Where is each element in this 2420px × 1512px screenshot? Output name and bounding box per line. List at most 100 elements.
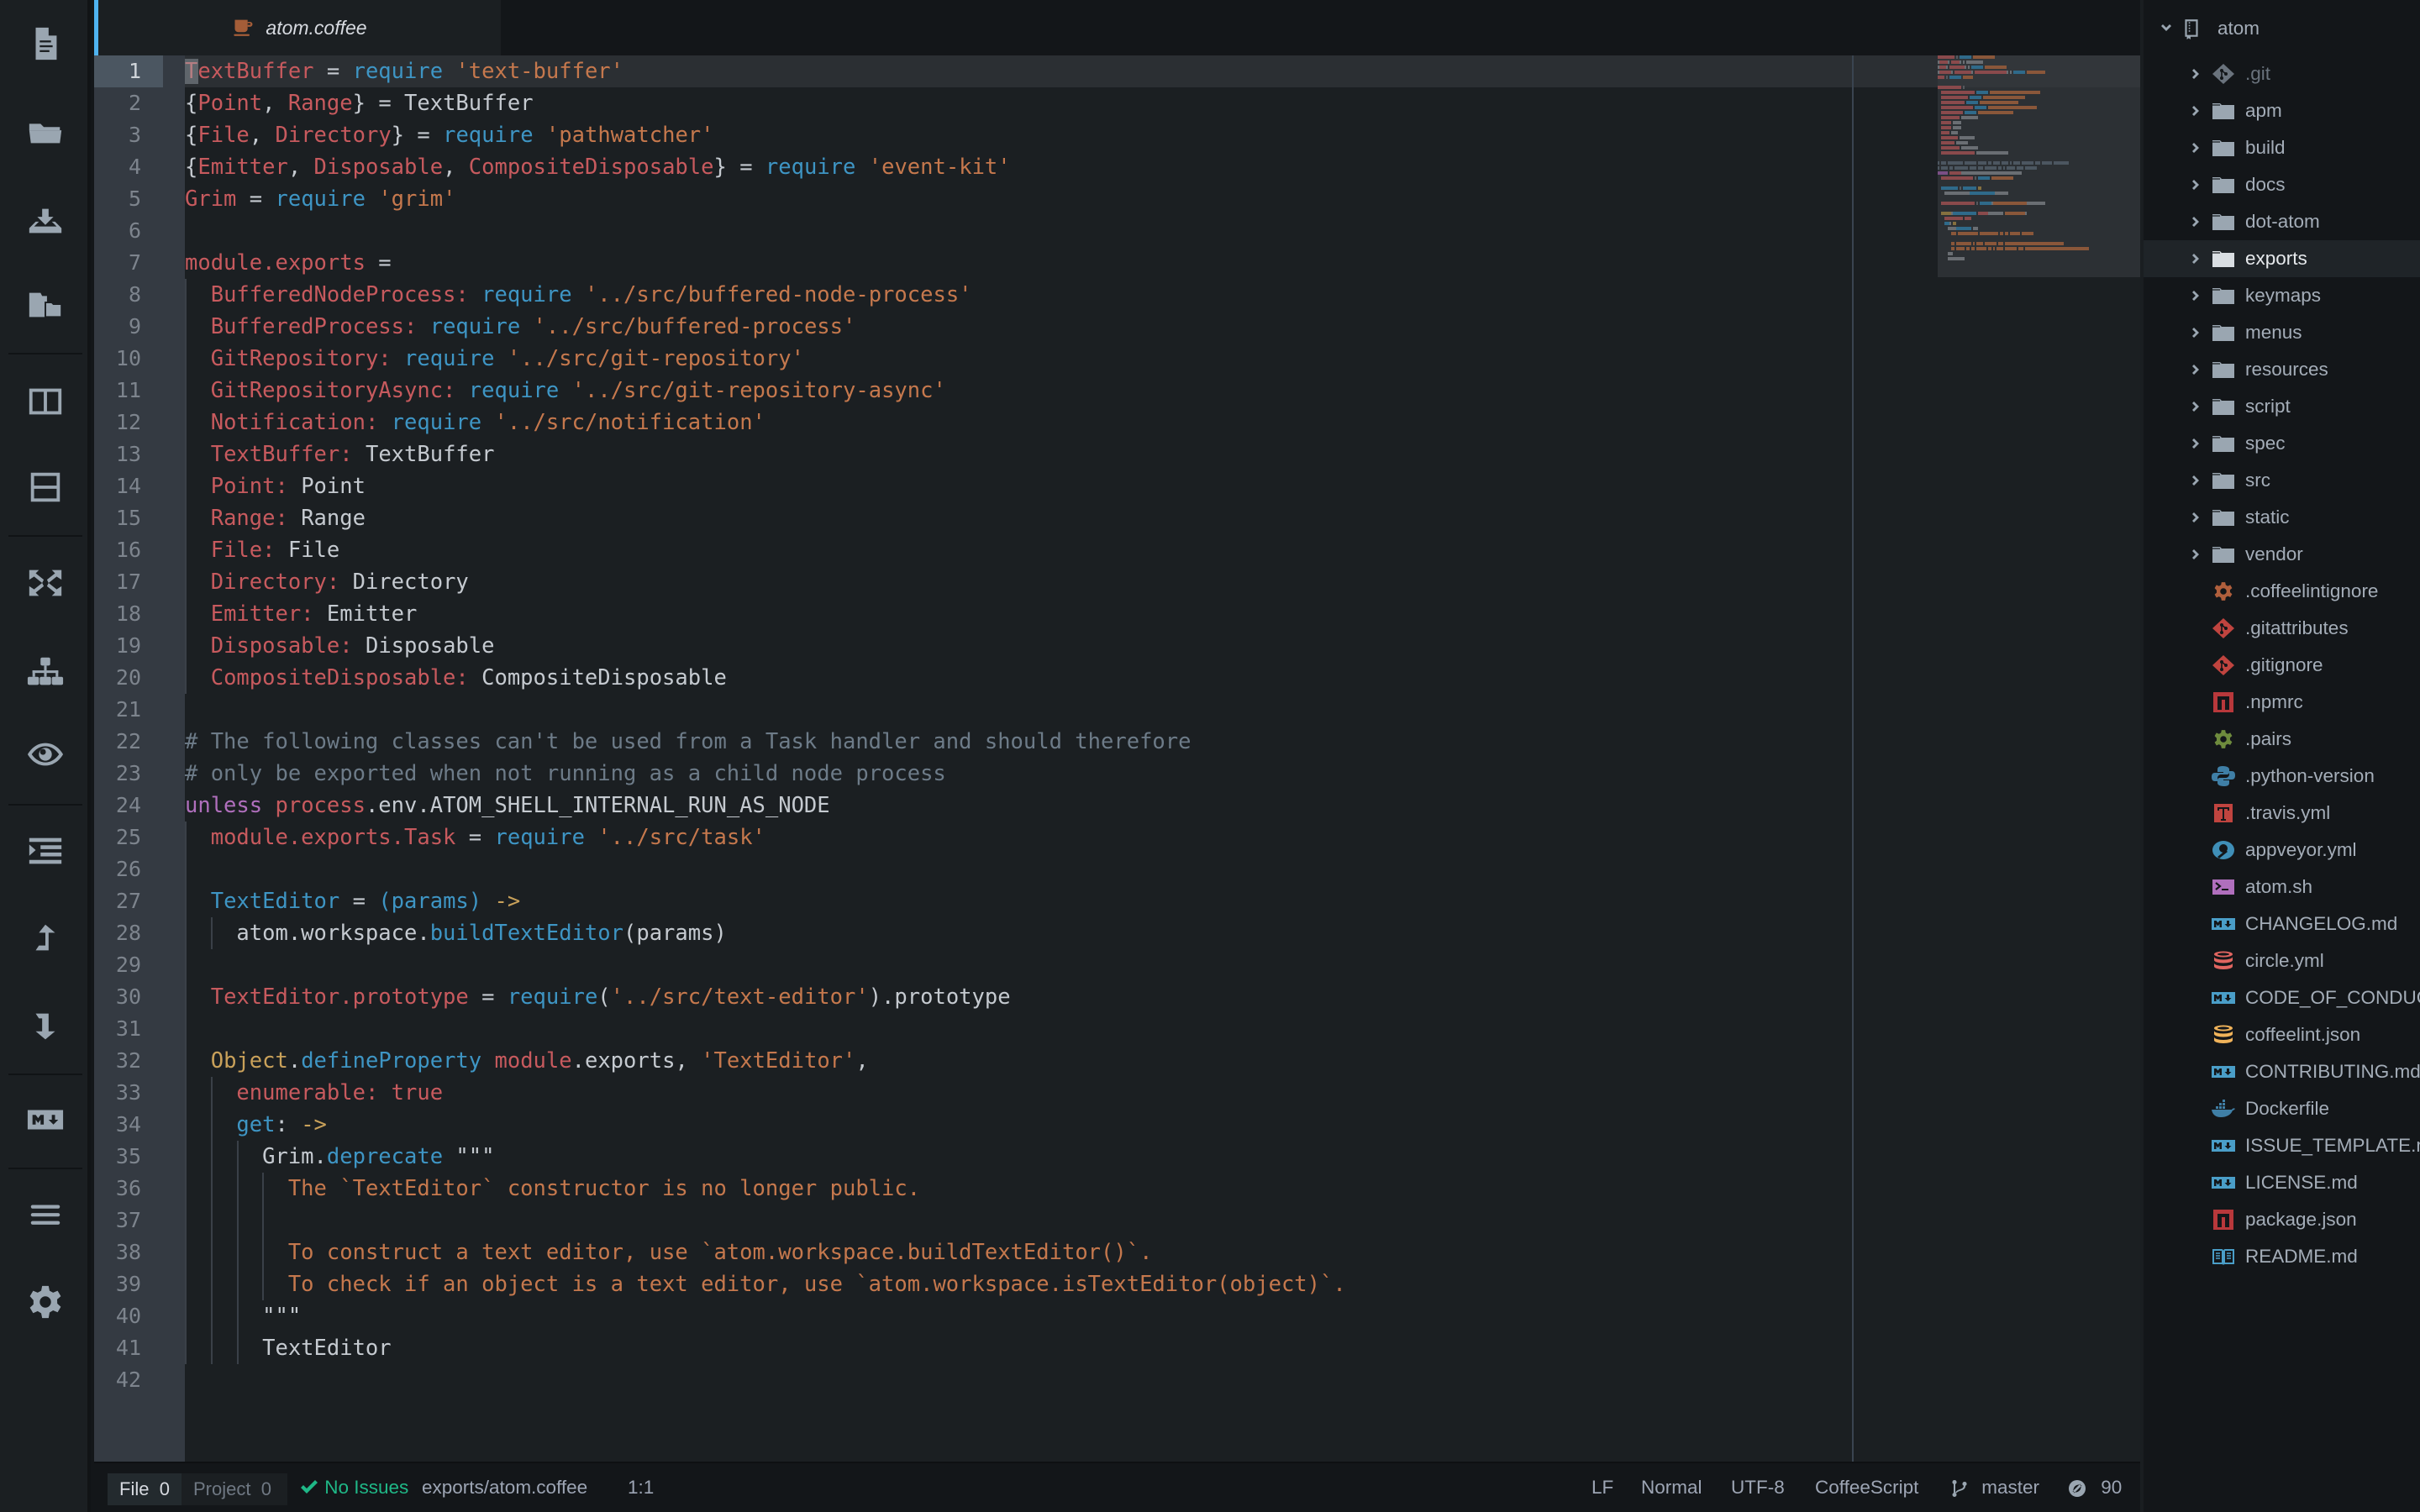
grammar-selector[interactable]: CoffeeScript [1815,1463,1918,1512]
tree-file-contributing-md[interactable]: CONTRIBUTING.md [2144,1053,2420,1090]
line-number[interactable]: 23 [94,758,163,790]
split-vertical-button[interactable] [0,368,91,435]
move-up-button[interactable] [0,906,91,973]
line-number[interactable]: 8 [94,279,163,311]
chevron-right-icon[interactable] [2190,104,2203,118]
open-project-button[interactable] [0,270,91,338]
line-ending[interactable]: LF [1591,1463,1613,1512]
tree-file-circle-yml[interactable]: circle.yml [2144,942,2420,979]
line-number[interactable]: 25 [94,822,163,853]
tree-file-changelog-md[interactable]: CHANGELOG.md [2144,906,2420,942]
vim-mode[interactable]: Normal [1641,1463,1702,1512]
git-branch[interactable]: master [1949,1463,2039,1512]
tree-file-coffeelint-json[interactable]: coffeelint.json [2144,1016,2420,1053]
tree-file-package-json[interactable]: package.json [2144,1201,2420,1238]
line-number[interactable]: 12 [94,407,163,438]
new-file-button[interactable] [0,10,91,77]
lint-status[interactable]: No Issues [299,1463,408,1512]
file-path[interactable]: exports/atom.coffee [422,1463,587,1512]
tree-view-button[interactable] [0,638,91,706]
tree-file-coffeelintignore[interactable]: .coffeelintignore [2144,573,2420,610]
chevron-right-icon[interactable] [2190,67,2203,81]
indent-button[interactable] [0,817,91,885]
tree-folder-spec[interactable]: spec [2144,425,2420,462]
cursor-position[interactable]: 1:1 [628,1463,654,1512]
line-number[interactable]: 17 [94,566,163,598]
preview-button[interactable] [0,721,91,788]
tree-folder-src[interactable]: src [2144,462,2420,499]
tree-folder-resources[interactable]: resources [2144,351,2420,388]
tree-file-gitattributes[interactable]: .gitattributes [2144,610,2420,647]
line-number[interactable]: 35 [94,1141,163,1173]
tree-file-pairs[interactable]: .pairs [2144,721,2420,758]
line-number[interactable]: 24 [94,790,163,822]
linter-project-tab[interactable]: Project 0 [182,1473,287,1505]
line-number[interactable]: 6 [94,215,163,247]
line-number[interactable]: 39 [94,1268,163,1300]
tree-file-license-md[interactable]: LICENSE.md [2144,1164,2420,1201]
tree-folder-static[interactable]: static [2144,499,2420,536]
line-number[interactable]: 37 [94,1205,163,1236]
chevron-right-icon[interactable] [2190,178,2203,192]
line-number[interactable]: 19 [94,630,163,662]
line-number[interactable]: 21 [94,694,163,726]
line-number[interactable]: 14 [94,470,163,502]
tree-file-gitignore[interactable]: .gitignore [2144,647,2420,684]
line-number[interactable]: 9 [94,311,163,343]
line-number[interactable]: 28 [94,917,163,949]
tree-folder-menus[interactable]: menus [2144,314,2420,351]
tree-folder-apm[interactable]: apm [2144,92,2420,129]
tree-folder-vendor[interactable]: vendor [2144,536,2420,573]
chevron-right-icon[interactable] [2190,289,2203,302]
tree-file-appveyor-yml[interactable]: appveyor.yml [2144,832,2420,869]
line-number[interactable]: 15 [94,502,163,534]
chevron-right-icon[interactable] [2190,400,2203,413]
line-number-gutter[interactable]: 1 2 3 4 5 6 7 8 9 10 11 12 13 14 15 16 17 18 19 20 21 22 23 24 2… [94,55,185,1462]
line-number[interactable]: 5 [94,183,163,215]
code-area[interactable]: TextBuffer = require 'text-buffer' {Point… [185,55,2140,1462]
line-number[interactable]: 32 [94,1045,163,1077]
tree-file-readme-md[interactable]: README.md [2144,1238,2420,1275]
line-number[interactable]: 26 [94,853,163,885]
line-number[interactable]: 11 [94,375,163,407]
tree-folder-git[interactable]: .git [2144,55,2420,92]
line-number[interactable]: 42 [94,1364,163,1396]
file-encoding[interactable]: UTF-8 [1731,1463,1785,1512]
line-number[interactable]: 22 [94,726,163,758]
linter-file-tab[interactable]: File 0 [108,1473,182,1505]
line-number[interactable]: 27 [94,885,163,917]
line-number[interactable]: 7 [94,247,163,279]
chevron-right-icon[interactable] [2190,437,2203,450]
tree-folder-dot-atom[interactable]: dot-atom [2144,203,2420,240]
text-editor[interactable]: 1 2 3 4 5 6 7 8 9 10 11 12 13 14 15 16 17 18 19 20 21 22 23 24 2… [94,55,2140,1462]
open-folder-button[interactable] [0,98,91,165]
line-number[interactable]: 4 [94,151,163,183]
line-number[interactable]: 41 [94,1332,163,1364]
chevron-right-icon[interactable] [2190,548,2203,561]
tree-file-travis-yml[interactable]: .travis.yml [2144,795,2420,832]
minimap[interactable] [1938,55,2140,277]
chevron-right-icon[interactable] [2190,215,2203,228]
chevron-right-icon[interactable] [2190,326,2203,339]
chevron-right-icon[interactable] [2190,141,2203,155]
tree-root-atom[interactable]: atom [2144,10,2420,47]
markdown-preview-button[interactable] [0,1086,91,1153]
tree-file-atom-sh[interactable]: atom.sh [2144,869,2420,906]
line-number[interactable]: 2 [94,87,163,119]
line-number[interactable]: 29 [94,949,163,981]
line-number[interactable]: 34 [94,1109,163,1141]
line-number[interactable]: 38 [94,1236,163,1268]
line-number[interactable]: 16 [94,534,163,566]
tree-folder-script[interactable]: script [2144,388,2420,425]
tree-folder-build[interactable]: build [2144,129,2420,166]
tree-folder-keymaps[interactable]: keymaps [2144,277,2420,314]
line-number[interactable]: 31 [94,1013,163,1045]
tree-file-issue-template-md[interactable]: ISSUE_TEMPLATE.md [2144,1127,2420,1164]
tab-atom-coffee[interactable]: atom.coffee [94,0,501,55]
save-button[interactable] [0,186,91,254]
tree-file-code-of-conduct-md[interactable]: CODE_OF_CONDUCT.md [2144,979,2420,1016]
line-number[interactable]: 30 [94,981,163,1013]
tree-file-python-version[interactable]: .python-version [2144,758,2420,795]
tree-folder-docs[interactable]: docs [2144,166,2420,203]
line-number[interactable]: 3 [94,119,163,151]
